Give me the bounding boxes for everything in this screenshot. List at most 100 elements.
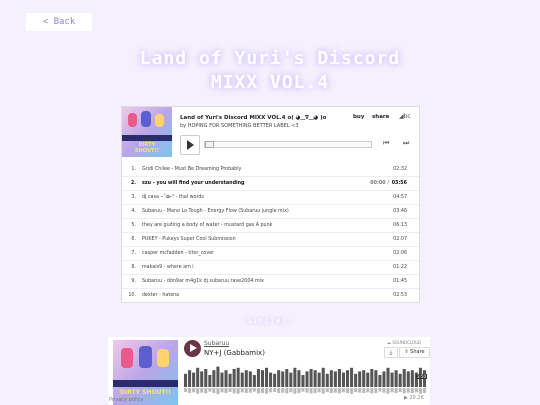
track-row[interactable]: 5. they are guiting a body of water - mus… [122,218,419,232]
waveform-reflection [184,388,188,392]
album-title[interactable]: Land of Yuri's Discord MIXX VOL.4 o( ◕‿∇… [180,115,326,121]
soundcloud-track-title[interactable]: NY+J (Gabbamix) [204,349,265,357]
track-name[interactable]: Subaruu - dön9ar m4g1k dj subaruu rave20… [142,279,264,284]
waveform-bar [297,370,301,387]
waveform-reflection [358,388,362,393]
progress-knob[interactable] [205,141,214,148]
waveform-reflection [293,388,297,394]
album-art-logo: DIRTY SHOUT!! [134,142,160,154]
track-row[interactable]: 10. dexter - hatena 02:53 [122,288,419,302]
waveform-reflection [354,388,358,392]
track-time: 02:07 [393,237,407,242]
waveform-bar [265,367,269,387]
track-row[interactable]: 8. makais9 - where am i 01:22 [122,260,419,274]
track-row[interactable]: 9. Subaruu - dön9ar m4g1k dj subaruu rave… [122,274,419,288]
track-row[interactable]: 4. Subaruu - Mano Lo Tough - Energy Flow … [122,204,419,218]
waveform-reflection [228,388,232,392]
waveform-bar [212,370,216,387]
waveform-bar [366,372,370,387]
track-number: 6. [131,237,136,242]
waveform[interactable] [184,363,427,395]
waveform-bar [346,370,350,387]
waveform-bar [244,370,248,387]
play-count: ▶ 20.1K [404,395,424,401]
track-row[interactable]: 7. casper mcfadden - titor_cover 02:06 [122,246,419,260]
track-row[interactable]: 3. dj casa ⋆˚✿˖° - thal words 04:57 [122,190,419,204]
track-number: 9. [131,279,136,284]
waveform-bar [321,367,325,387]
waveform-reflection [374,388,378,394]
track-name[interactable]: Gridi Chilee - Must Be Dreaming Probably [142,167,241,172]
waveform-bar [325,373,329,387]
progress-bar[interactable] [204,141,372,148]
next-track-icon[interactable]: ⏭ [403,139,409,148]
waveform-bar [289,372,293,387]
privacy-policy-link[interactable]: Privacy policy [109,397,143,403]
waveform-bar [390,372,394,387]
soundcloud-share-button[interactable]: ⇪ Share [399,347,430,358]
track-name[interactable]: szu - you will find your understanding [142,181,245,186]
waveform-reflection [337,388,341,394]
waveform-reflection [204,388,208,394]
download-icon[interactable]: ⤓ [384,347,398,358]
track-time: 01:45 [393,279,407,284]
track-name[interactable]: makais9 - where am i [142,265,194,270]
track-row[interactable]: 1. Gridi Chilee - Must Be Dreaming Probab… [122,163,419,176]
waveform-reflection [305,388,309,393]
track-name[interactable]: they are guiting a body of water - musta… [142,223,272,228]
track-name[interactable]: Subaruu - Mano Lo Tough - Energy Flow (S… [142,209,289,214]
album-art-figure [155,114,164,127]
track-time: 01:22 [393,265,407,270]
track-number: 5. [131,223,136,228]
single-art[interactable]: DIRTY SHOUT!! [113,340,178,405]
waveform-reflection [394,388,398,394]
waveform-bar [277,370,281,387]
waveform-bar [394,370,398,387]
waveform-bar [285,369,289,387]
soundcloud-user-link[interactable]: Subaruu [204,340,229,347]
waveform-bar [196,367,200,387]
waveform-bar [402,369,406,387]
track-time: 04:57 [393,195,407,200]
track-number: 2. [130,181,136,186]
waveform-bar [248,371,252,387]
waveform-bar [358,371,362,387]
track-name[interactable]: casper mcfadden - titor_cover [142,251,214,256]
bandcamp-logo-icon[interactable]: ◢bc [399,113,411,120]
track-row[interactable]: 2. szu - you will find your understanding… [122,176,419,190]
buy-button[interactable]: buy [353,114,364,120]
waveform-reflection [188,388,192,394]
soundcloud-play-button[interactable] [184,340,201,357]
track-number: 3. [131,195,136,200]
waveform-bar [220,372,224,387]
share-button[interactable]: share [372,114,389,120]
waveform-bar [341,372,345,387]
track-duration: 3:50 [416,374,427,379]
waveform-reflection [382,388,386,393]
track-row[interactable]: 6. PUKEY - Pukeys Super Cool Submission 02… [122,232,419,246]
soundcloud-logo-icon[interactable]: ☁ SOUNDCLOUD [387,340,421,345]
back-button[interactable]: < Back [26,13,92,31]
waveform-reflection [333,388,337,393]
album-art[interactable]: DIRTY SHOUT!! [122,107,172,157]
waveform-reflection [220,388,224,393]
waveform-bar [378,375,382,387]
waveform-reflection [386,388,390,394]
waveform-bar [382,371,386,387]
waveform-bar [313,370,317,387]
waveform-bar [370,369,374,387]
track-name[interactable]: PUKEY - Pukeys Super Cool Submission [142,237,236,242]
waveform-bar [317,372,321,387]
waveform-reflection [244,388,248,394]
play-button[interactable] [180,135,200,155]
previous-track-icon[interactable]: ⏮ [383,139,389,148]
waveform-bar [200,371,204,387]
track-name[interactable]: dj casa ⋆˚✿˖° - thal words [142,195,204,200]
album-artist[interactable]: by HOPING FOR SOMETHING BETTER LABEL <3 [180,123,299,129]
waveform-bar [216,366,220,387]
single-art-figure [157,349,169,367]
waveform-reflection [216,388,220,395]
waveform-bar [224,370,228,387]
track-name[interactable]: dexter - hatena [142,293,179,298]
waveform-reflection [362,388,366,394]
